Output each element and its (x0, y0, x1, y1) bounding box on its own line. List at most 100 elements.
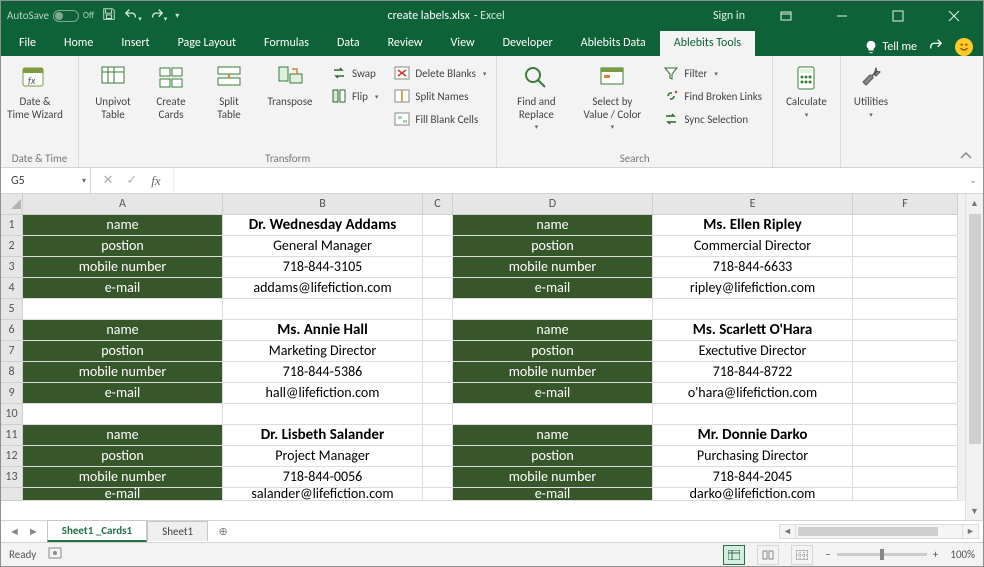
row-header[interactable]: 6 (1, 320, 23, 341)
cell-value[interactable]: Ms. Scarlett O'Hara (653, 320, 853, 341)
row-header[interactable]: 1 (1, 215, 23, 236)
sheet-tab-active[interactable]: Sheet1 _Cards1 (47, 520, 147, 542)
cell[interactable] (423, 425, 453, 446)
cell[interactable] (423, 215, 453, 236)
column-header[interactable]: D (453, 194, 653, 215)
row-header[interactable]: 3 (1, 257, 23, 278)
cell-label[interactable]: mobile number (23, 467, 223, 488)
cell-value[interactable]: Mr. Donnie Darko (653, 425, 853, 446)
cell-label[interactable]: mobile number (23, 362, 223, 383)
row-header[interactable]: 5 (1, 299, 23, 320)
cell-value[interactable]: Dr. Lisbeth Salander (223, 425, 423, 446)
cell[interactable]: salander@lifefiction.com (223, 488, 423, 501)
cell-label[interactable]: e-mail (23, 278, 223, 299)
sheet-tab-sheet1[interactable]: Sheet1 (147, 521, 208, 541)
cell-value[interactable]: addams@lifefiction.com (223, 278, 423, 299)
cell-label[interactable]: e-mail (23, 383, 223, 404)
tab-ablebits-tools[interactable]: Ablebits Tools (660, 31, 755, 56)
ribbon-display-options-icon[interactable] (763, 1, 809, 30)
cell-label[interactable]: postion (453, 341, 653, 362)
feedback-icon[interactable] (955, 38, 973, 56)
utilities-button[interactable]: Utilities▾ (847, 62, 895, 119)
cell-label[interactable]: mobile number (453, 257, 653, 278)
row-header[interactable]: 2 (1, 236, 23, 257)
row-header[interactable] (1, 488, 23, 501)
cell[interactable] (423, 446, 453, 467)
cell-value[interactable]: Exectutive Director (653, 341, 853, 362)
cell-grid[interactable]: ABCDEF1nameDr. Wednesday AddamsnameMs. E… (1, 194, 983, 509)
cell-value[interactable]: Commercial Director (653, 236, 853, 257)
tab-insert[interactable]: Insert (107, 31, 163, 56)
undo-icon[interactable]: ▾ (124, 7, 142, 25)
cell[interactable] (23, 299, 223, 320)
new-sheet-icon[interactable]: ⊕ (212, 521, 234, 543)
column-header[interactable]: A (23, 194, 223, 215)
cell-label[interactable]: name (453, 425, 653, 446)
cell-value[interactable]: 718-844-0056 (223, 467, 423, 488)
zoom-level[interactable]: 100% (950, 548, 975, 561)
select-by-value-button[interactable]: Select by Value / Color▾ (571, 62, 653, 131)
row-header[interactable]: 10 (1, 404, 23, 425)
cell-value[interactable]: 718-844-5386 (223, 362, 423, 383)
redo-icon[interactable]: ▾ (150, 7, 168, 25)
cell-value[interactable]: 718-844-2045 (653, 467, 853, 488)
scroll-right-icon[interactable]: ► (962, 525, 978, 538)
cell-label[interactable]: e-mail (453, 383, 653, 404)
cell[interactable]: e-mail (23, 488, 223, 501)
cell[interactable] (423, 236, 453, 257)
cell-value[interactable]: Marketing Director (223, 341, 423, 362)
cell-value[interactable]: 718-844-8722 (653, 362, 853, 383)
fill-blank-cells-button[interactable]: Fill Blank Cells (390, 108, 490, 130)
cell-label[interactable]: postion (23, 236, 223, 257)
expand-formula-bar-icon[interactable]: ⌄ (963, 168, 983, 193)
tab-data[interactable]: Data (323, 31, 374, 56)
cell[interactable] (223, 299, 423, 320)
cell[interactable] (853, 236, 958, 257)
cell[interactable] (853, 278, 958, 299)
cell-label[interactable]: name (23, 320, 223, 341)
normal-view-icon[interactable] (723, 545, 745, 565)
cell[interactable] (653, 404, 853, 425)
calculate-button[interactable]: Calculate▾ (779, 62, 834, 119)
column-header[interactable]: B (223, 194, 423, 215)
horizontal-scrollbar[interactable]: ◄ ► (779, 524, 979, 539)
cell[interactable] (853, 215, 958, 236)
cell-value[interactable]: Project Manager (223, 446, 423, 467)
tab-home[interactable]: Home (50, 31, 107, 56)
tab-review[interactable]: Review (374, 31, 437, 56)
date-time-wizard-button[interactable]: fx Date & Time Wizard (7, 62, 63, 121)
cell-label[interactable]: name (23, 215, 223, 236)
enter-formula-icon[interactable]: ✓ (121, 170, 143, 192)
swap-button[interactable]: Swap (327, 62, 382, 84)
scroll-thumb[interactable] (969, 214, 981, 444)
cell[interactable] (223, 404, 423, 425)
scroll-down-icon[interactable]: ▼ (966, 502, 983, 520)
cell[interactable] (853, 446, 958, 467)
transpose-button[interactable]: Transpose (259, 62, 321, 109)
select-all-corner[interactable] (1, 194, 23, 215)
cell[interactable] (423, 383, 453, 404)
column-header[interactable]: F (853, 194, 958, 215)
cell[interactable] (853, 257, 958, 278)
cell[interactable] (853, 467, 958, 488)
column-header[interactable]: C (423, 194, 453, 215)
cell[interactable] (423, 278, 453, 299)
cell-value[interactable]: 718-844-3105 (223, 257, 423, 278)
formula-input[interactable] (174, 168, 963, 193)
cell[interactable] (853, 320, 958, 341)
column-header[interactable]: E (653, 194, 853, 215)
cell[interactable] (653, 299, 853, 320)
cell[interactable] (423, 488, 453, 501)
cell[interactable] (423, 467, 453, 488)
tab-formulas[interactable]: Formulas (250, 31, 323, 56)
cell[interactable] (853, 425, 958, 446)
cell[interactable] (853, 299, 958, 320)
find-broken-links-button[interactable]: Find Broken Links (659, 85, 766, 107)
cell[interactable] (23, 404, 223, 425)
tab-ablebits-data[interactable]: Ablebits Data (567, 31, 660, 56)
sign-in-link[interactable]: Sign in (713, 9, 745, 23)
row-header[interactable]: 8 (1, 362, 23, 383)
sheet-nav-prev-icon[interactable]: ◄ (9, 525, 20, 538)
tab-file[interactable]: File (5, 31, 50, 56)
cell-label[interactable]: mobile number (453, 467, 653, 488)
